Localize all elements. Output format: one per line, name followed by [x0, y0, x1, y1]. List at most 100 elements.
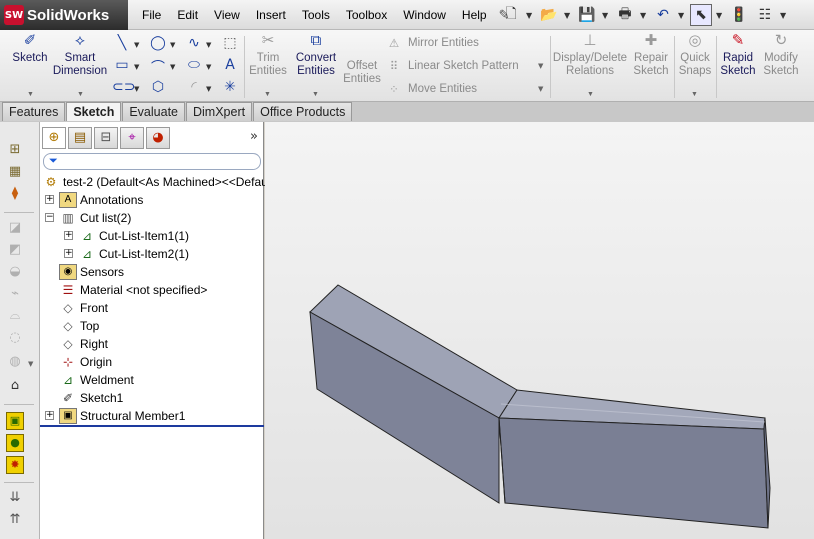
quick-snaps-button[interactable]: ◎ Quick Snaps ▼ — [676, 33, 714, 98]
expand-structural-member-icon[interactable]: + — [45, 411, 54, 420]
panel-expand-chevron-icon[interactable]: » — [250, 129, 258, 144]
sweep-icon[interactable]: ⌁ — [6, 286, 24, 304]
rectangle-icon[interactable]: ▭ — [112, 57, 132, 75]
repair-sketch-button[interactable]: ✚ Repair Sketch — [632, 33, 670, 78]
tree-item-annotations[interactable]: A Annotations — [59, 191, 143, 209]
graphics-area[interactable] — [265, 122, 814, 539]
ellipse-icon[interactable]: ⬭ — [184, 57, 204, 75]
rapid-sketch-button[interactable]: ✎ Rapid Sketch — [718, 33, 758, 78]
fillet-dropdown-icon[interactable]: ▼ — [206, 85, 211, 93]
undo-dropdown-icon[interactable]: ▼ — [678, 11, 686, 20]
smart-dimension-dropdown-icon[interactable]: ▼ — [77, 88, 84, 101]
tree-item-sketch1[interactable]: ✐ Sketch1 — [59, 389, 123, 407]
convert-entities-button[interactable]: ⧉ Convert Entities ▼ — [292, 33, 340, 98]
spline-dropdown-icon[interactable]: ▼ — [206, 41, 211, 49]
line-dropdown-icon[interactable]: ▼ — [134, 41, 139, 49]
structural-member-icon[interactable]: ▦ — [6, 164, 24, 182]
open-dropdown-icon[interactable]: ▼ — [564, 11, 572, 20]
new-document-icon[interactable]: 🗋 — [500, 4, 522, 26]
tab-evaluate[interactable]: Evaluate — [122, 102, 185, 121]
slot-dropdown-icon[interactable]: ▼ — [134, 85, 139, 93]
point-icon[interactable]: ✳ — [220, 79, 240, 97]
rectangle-dropdown-icon[interactable]: ▼ — [134, 63, 139, 71]
linear-pattern-dropdown-icon[interactable]: ▼ — [538, 62, 543, 70]
expand-cut-list-item1-icon[interactable]: + — [64, 231, 73, 240]
featuremanager-tab-icon[interactable]: ⊕ — [42, 127, 66, 149]
tree-item-top-plane[interactable]: ◇ Top — [59, 317, 99, 335]
update-icon[interactable]: ● — [6, 434, 24, 452]
slot-icon[interactable]: ⊂⊃ — [112, 79, 135, 97]
new-dropdown-icon[interactable]: ▼ — [526, 11, 534, 20]
modify-sketch-button[interactable]: ↻ Modify Sketch — [760, 33, 802, 78]
tree-item-right-plane[interactable]: ◇ Right — [59, 335, 108, 353]
fillet-bead-icon[interactable]: ◒ — [6, 264, 24, 282]
tree-item-front-plane[interactable]: ◇ Front — [59, 299, 108, 317]
gusset-icon[interactable]: ◩ — [6, 242, 24, 260]
menu-file[interactable]: File — [134, 8, 169, 22]
tree-item-sensors[interactable]: ◉ Sensors — [59, 263, 124, 281]
text-icon[interactable]: A — [220, 57, 240, 75]
polygon-icon[interactable]: ⬡ — [148, 79, 168, 97]
configurationmanager-tab-icon[interactable]: ⊟ — [94, 127, 118, 149]
pattern-icon[interactable]: ✸ — [6, 456, 24, 474]
menu-help[interactable]: Help — [454, 8, 495, 22]
smart-dimension-button[interactable]: ⟡ Smart Dimension ▼ — [52, 33, 108, 98]
tab-office-products[interactable]: Office Products — [253, 102, 353, 121]
tab-dimxpert[interactable]: DimXpert — [186, 102, 253, 121]
menu-insert[interactable]: Insert — [248, 8, 294, 22]
dimxpertmanager-tab-icon[interactable]: ⌖ — [120, 127, 144, 149]
menu-window[interactable]: Window — [395, 8, 454, 22]
offset-entities-button[interactable]: Offset Entities — [342, 34, 382, 86]
menu-edit[interactable]: Edit — [169, 8, 206, 22]
line-icon[interactable]: ╲ — [112, 35, 132, 53]
menu-toolbox[interactable]: Toolbox — [338, 8, 395, 22]
trim-extend-icon[interactable]: ⧫ — [6, 186, 24, 204]
open-folder-icon[interactable]: 📂 — [538, 4, 560, 26]
move-entities-button[interactable]: ⁘ Move Entities — [386, 82, 477, 96]
save-dropdown-icon[interactable]: ▼ — [602, 11, 610, 20]
fillet-icon[interactable]: ◜ — [184, 79, 204, 97]
rollback-bar[interactable] — [40, 425, 264, 427]
relations-dropdown-icon[interactable]: ▼ — [587, 88, 594, 101]
display-delete-relations-button[interactable]: ⊥ Display/Delete Relations ▼ — [552, 33, 628, 98]
circle-dropdown-icon[interactable]: ▼ — [170, 41, 175, 49]
tree-item-cut-list-item1[interactable]: ⊿ Cut-List-Item1(1) — [78, 227, 189, 245]
extruded-cut-icon[interactable]: ⌓ — [6, 308, 24, 326]
expand-annotations-icon[interactable]: + — [45, 195, 54, 204]
chamfer-dropdown-icon[interactable]: ▼ — [28, 360, 33, 368]
tree-item-weldment[interactable]: ⊿ Weldment — [59, 371, 134, 389]
arc-dropdown-icon[interactable]: ▼ — [170, 63, 175, 71]
rebuild-traffic-light-icon[interactable]: 🚦 — [728, 4, 750, 26]
mirror-entities-button[interactable]: ⚠ Mirror Entities — [386, 36, 479, 50]
end-cap-icon[interactable]: ◪ — [6, 220, 24, 238]
reference-geometry-icon[interactable]: ⌂ — [6, 378, 24, 396]
solidworks-logo[interactable]: SW SolidWorks — [0, 0, 128, 30]
tube-segment-2-side-face[interactable] — [498, 417, 769, 529]
sketch-button[interactable]: ✐ Sketch ▼ — [8, 33, 52, 98]
menu-view[interactable]: View — [206, 8, 248, 22]
weldment-model[interactable] — [265, 122, 814, 539]
tree-item-origin[interactable]: ⊹ Origin — [59, 353, 112, 371]
undo-icon[interactable]: ↶ — [652, 4, 674, 26]
tab-features[interactable]: Features — [2, 102, 66, 121]
ellipse-dropdown-icon[interactable]: ▼ — [206, 63, 211, 71]
grid-icon[interactable]: ⬚ — [220, 35, 240, 53]
menu-tools[interactable]: Tools — [294, 8, 338, 22]
print-icon[interactable]: 🖶 — [614, 4, 636, 26]
select-pointer-icon[interactable]: ⬉ — [690, 4, 712, 26]
export-icon[interactable]: ⇈ — [6, 512, 24, 530]
options-icon[interactable]: ☷ — [754, 4, 776, 26]
convert-dropdown-icon[interactable]: ▼ — [312, 88, 319, 101]
insert-icon[interactable]: ⇊ — [6, 490, 24, 508]
options-dropdown-icon[interactable]: ▼ — [780, 11, 788, 20]
save-icon[interactable]: 💾 — [576, 4, 598, 26]
sketch-dropdown-icon[interactable]: ▼ — [27, 88, 34, 101]
tree-item-structural-member1[interactable]: ▣ Structural Member1 — [59, 407, 185, 425]
cut-list-icon[interactable]: ▣ — [6, 412, 24, 430]
weldment-icon[interactable]: ⊞ — [6, 142, 24, 160]
tree-filter-input[interactable]: ⏷ — [43, 153, 261, 170]
trim-entities-button[interactable]: ✂ Trim Entities ▼ — [248, 33, 288, 98]
tree-item-cut-list-item2[interactable]: ⊿ Cut-List-Item2(1) — [78, 245, 189, 263]
chamfer-icon[interactable]: ◍ — [6, 354, 24, 372]
hole-icon[interactable]: ◌ — [6, 330, 24, 348]
